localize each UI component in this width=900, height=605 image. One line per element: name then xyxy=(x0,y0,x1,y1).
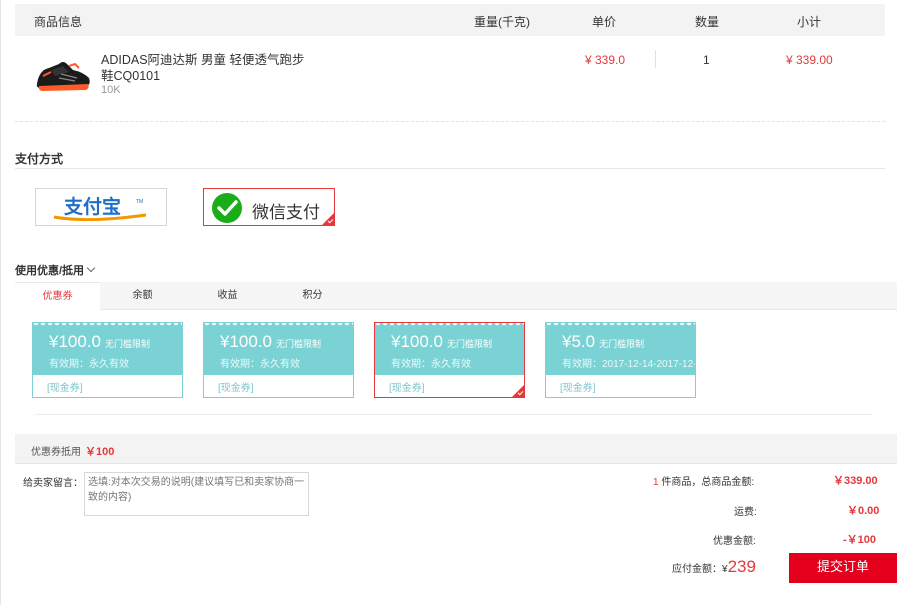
seller-message-label: 给卖家留言： xyxy=(23,478,83,489)
product-sku: 10K xyxy=(101,84,121,96)
coupon-type: [现金券] xyxy=(389,383,425,394)
tab-balance[interactable]: 余额 xyxy=(100,282,185,310)
coupon-deduction-value: ￥100 xyxy=(85,446,115,458)
goods-count: 1 xyxy=(653,477,659,488)
coupon-card[interactable]: ¥100.0 无门槛限制 有效期：永久有效 [现金券] xyxy=(203,322,354,398)
alipay-option[interactable]: 支付宝 TM xyxy=(35,188,167,226)
coupon-amount: ¥100.0 xyxy=(49,332,101,351)
coupon-condition: 无门槛限制 xyxy=(599,339,645,349)
header-product-info: 商品信息 xyxy=(34,15,83,29)
payment-method-title: 支付方式 xyxy=(15,152,64,166)
coupon-type: [现金券] xyxy=(218,383,254,394)
header-quantity: 数量 xyxy=(695,15,720,29)
coupon-deduction-label: 优惠券抵用 xyxy=(31,447,81,458)
chevron-down-icon xyxy=(86,263,96,273)
payable-label: 应付金额：¥ xyxy=(672,564,728,575)
wechat-pay-option[interactable]: 微信支付 xyxy=(203,188,335,226)
product-quantity: 1 xyxy=(703,53,710,67)
coupon-condition: 无门槛限制 xyxy=(447,339,493,349)
coupon-toggle[interactable]: 使用优惠/抵用 xyxy=(15,262,96,278)
seller-message-input[interactable] xyxy=(84,472,309,516)
column-divider xyxy=(655,50,656,68)
payable-value: 239 xyxy=(727,557,756,576)
goods-total-label: 件商品，总商品金额: xyxy=(661,477,755,488)
submit-order-button[interactable]: 提交订单 xyxy=(789,553,897,583)
selected-check-icon xyxy=(322,213,334,225)
coupon-amount: ¥100.0 xyxy=(220,332,272,351)
wechat-icon xyxy=(212,193,242,223)
order-confirm-page: 商品信息 重量(千克) 单价 数量 小计 ADIDAS阿迪达斯 男童 轻便透气跑… xyxy=(0,0,900,605)
tab-earnings[interactable]: 收益 xyxy=(185,282,270,310)
alipay-label: 支付宝 xyxy=(63,195,121,218)
coupon-card-selected[interactable]: ¥100.0 无门槛限制 有效期：永久有效 [现金券] xyxy=(374,322,525,398)
wechat-pay-label: 微信支付 xyxy=(252,203,320,223)
header-subtotal: 小计 xyxy=(797,15,822,29)
discount-value: -￥100 xyxy=(843,534,877,546)
product-thumbnail[interactable] xyxy=(33,54,93,98)
goods-count-line: 1 件商品，总商品金额: xyxy=(653,473,754,488)
coupon-type: [现金券] xyxy=(560,383,596,394)
svg-text:TM: TM xyxy=(136,199,143,205)
coupon-card[interactable]: ¥5.0 无门槛限制 有效期：2017-12-14-2017-12-15 [现金券… xyxy=(545,322,696,398)
header-weight: 重量(千克) xyxy=(474,15,530,29)
discount-label: 优惠金额: xyxy=(713,536,756,547)
shipping-label: 运费: xyxy=(734,507,757,518)
selected-check-icon xyxy=(512,385,524,397)
product-subtotal: ¥ 339.00 xyxy=(786,53,833,67)
coupon-deduction-bar: 优惠券抵用 ￥100 xyxy=(15,434,897,464)
coupon-type: [现金券] xyxy=(47,383,83,394)
coupon-condition: 无门槛限制 xyxy=(105,339,151,349)
product-unit-price: ¥ 339.0 xyxy=(585,53,626,67)
shipping-value: ￥0.00 xyxy=(847,505,880,517)
divider xyxy=(15,168,885,169)
header-unit-price: 单价 xyxy=(592,15,617,29)
coupon-card[interactable]: ¥100.0 无门槛限制 有效期：永久有效 [现金券] xyxy=(32,322,183,398)
alipay-logo: 支付宝 TM xyxy=(53,195,147,221)
coupon-validity: 有效期：永久有效 xyxy=(49,359,129,370)
coupon-amount: ¥5.0 xyxy=(562,332,596,351)
coupon-toggle-label: 使用优惠/抵用 xyxy=(15,265,85,277)
coupon-condition: 无门槛限制 xyxy=(276,339,322,349)
tab-coupons[interactable]: 优惠券 xyxy=(15,282,100,311)
divider xyxy=(35,414,873,415)
coupon-tabs: 优惠券 余额 收益 积分 xyxy=(15,282,897,311)
coupon-validity: 有效期：永久有效 xyxy=(391,359,471,370)
product-row: ADIDAS阿迪达斯 男童 轻便透气跑步鞋CQ0101 10K ¥ 339.0 … xyxy=(15,36,885,122)
coupon-amount: ¥100.0 xyxy=(391,332,443,351)
coupon-validity: 有效期：永久有效 xyxy=(220,359,300,370)
cart-table-header: 商品信息 重量(千克) 单价 数量 小计 xyxy=(15,4,885,36)
payable-amount: 应付金额：¥239 xyxy=(672,557,756,577)
coupon-validity: 有效期：2017-12-14-2017-12-15 xyxy=(562,359,695,370)
goods-total-value: ￥339.00 xyxy=(833,475,878,487)
coupon-list: ¥100.0 无门槛限制 有效期：永久有效 [现金券] ¥100.0 无门槛限制 有… xyxy=(15,310,897,434)
product-name[interactable]: ADIDAS阿迪达斯 男童 轻便透气跑步鞋CQ0101 xyxy=(101,52,316,84)
tab-points[interactable]: 积分 xyxy=(270,282,355,310)
